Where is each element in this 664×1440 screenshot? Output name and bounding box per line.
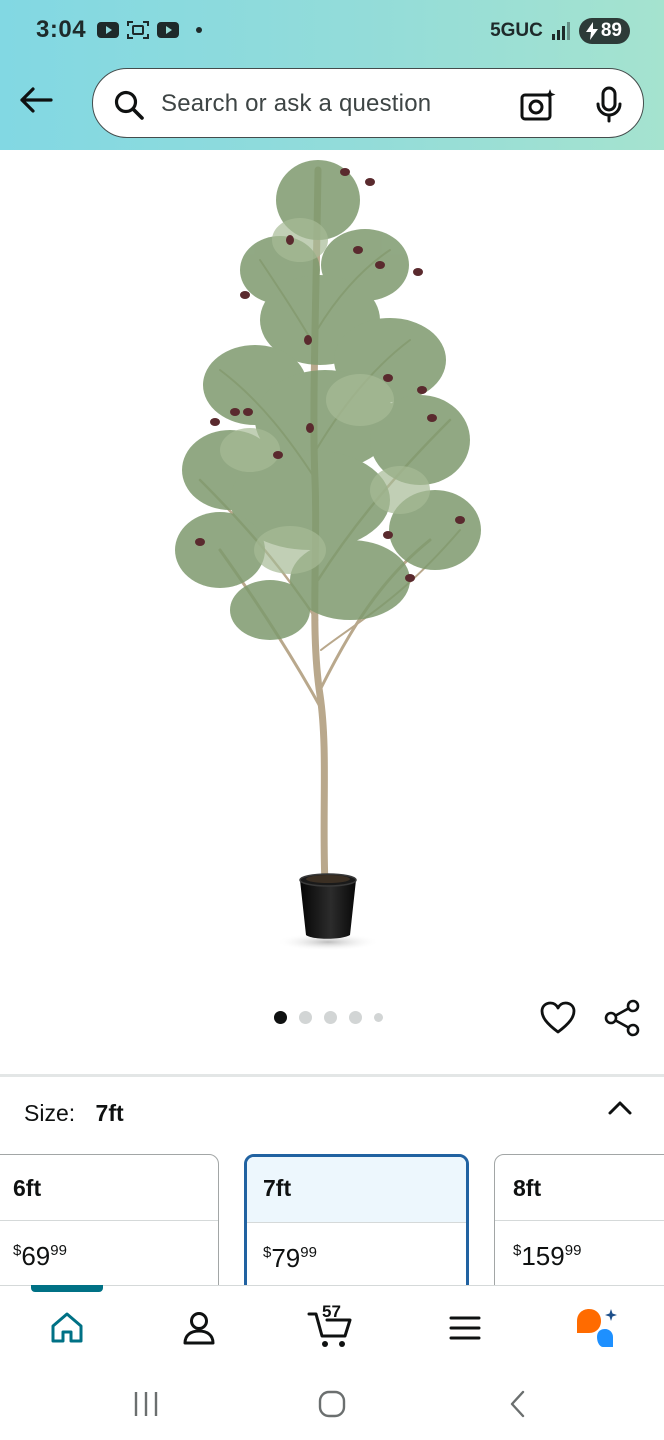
nav-rufus[interactable] [572,1306,622,1350]
carousel-dot-5[interactable] [374,1013,383,1022]
size-option-name: 8ft [495,1155,664,1221]
youtube-icon [97,22,119,38]
carousel-dot-1[interactable] [274,1011,287,1024]
nav-account[interactable] [174,1306,224,1350]
home-icon [51,1312,83,1343]
status-time: 3:04 [36,16,87,43]
active-tab-indicator [31,1285,103,1292]
size-option-name: 7ft [247,1157,466,1223]
back-arrow-icon [20,87,53,113]
carousel-dot-4[interactable] [349,1011,362,1024]
chevron-left-icon [510,1390,525,1418]
youtube-icon [157,22,179,38]
network-type: 5GUC [490,20,543,41]
nav-cart[interactable]: 57 [306,1302,356,1350]
size-selector-header[interactable]: Size: 7ft [24,1100,124,1127]
menu-icon [449,1316,481,1340]
signal-icon [551,22,570,40]
size-option-8ft[interactable]: 8ft $15999 [494,1154,664,1304]
carousel-dot-3[interactable] [324,1011,337,1024]
nav-menu[interactable] [440,1306,490,1350]
product-image[interactable] [160,150,504,960]
screenshot-icon [127,21,149,39]
bottom-navigation: 57 [0,1285,664,1365]
battery-charging-icon [585,22,598,40]
account-icon [183,1312,215,1345]
size-option-name: 6ft [0,1155,218,1221]
share-icon[interactable] [602,998,642,1038]
recent-apps-button[interactable] [126,1387,166,1421]
search-icon [114,90,144,120]
price-whole: 159 [521,1241,565,1271]
price-whole: 69 [21,1241,51,1271]
search-input[interactable]: Search or ask a question [161,90,431,118]
back-system-button[interactable] [498,1387,538,1421]
recent-apps-icon [134,1392,158,1416]
cart-count: 57 [322,1302,341,1321]
chevron-up-icon[interactable] [604,1092,636,1124]
battery-level: 89 [600,20,622,41]
size-option-price: $15999 [495,1221,664,1272]
price-whole: 79 [271,1243,301,1273]
size-label: Size: [24,1100,76,1126]
carousel-dot-2[interactable] [299,1011,312,1024]
search-bar[interactable]: Search or ask a question [92,68,644,138]
back-button[interactable] [16,80,56,120]
size-option-price: $7999 [247,1223,466,1274]
heart-icon[interactable] [538,998,578,1038]
rufus-icon [577,1309,617,1347]
size-option-price: $6999 [0,1221,218,1272]
size-option-7ft[interactable]: 7ft $7999 [244,1154,469,1304]
home-circle-icon [318,1390,346,1418]
notification-dot [196,27,202,33]
camera-search-icon[interactable] [519,87,557,123]
price-fraction: 99 [300,1244,317,1261]
section-divider [0,1074,664,1077]
size-option-6ft[interactable]: 6ft $6999 [0,1154,219,1304]
microphone-icon[interactable] [593,86,625,124]
selected-size: 7ft [95,1100,124,1126]
home-system-button[interactable] [312,1387,352,1421]
battery-indicator: 89 [578,18,630,44]
nav-home[interactable] [42,1306,92,1350]
price-fraction: 99 [50,1242,67,1259]
status-bar: 3:04 5GUC 89 [0,0,664,62]
image-carousel-dots[interactable] [274,1011,383,1024]
system-navigation-bar [0,1365,664,1440]
price-fraction: 99 [564,1242,582,1259]
status-right: 5GUC 89 [490,18,630,44]
status-notification-icons [96,20,202,40]
